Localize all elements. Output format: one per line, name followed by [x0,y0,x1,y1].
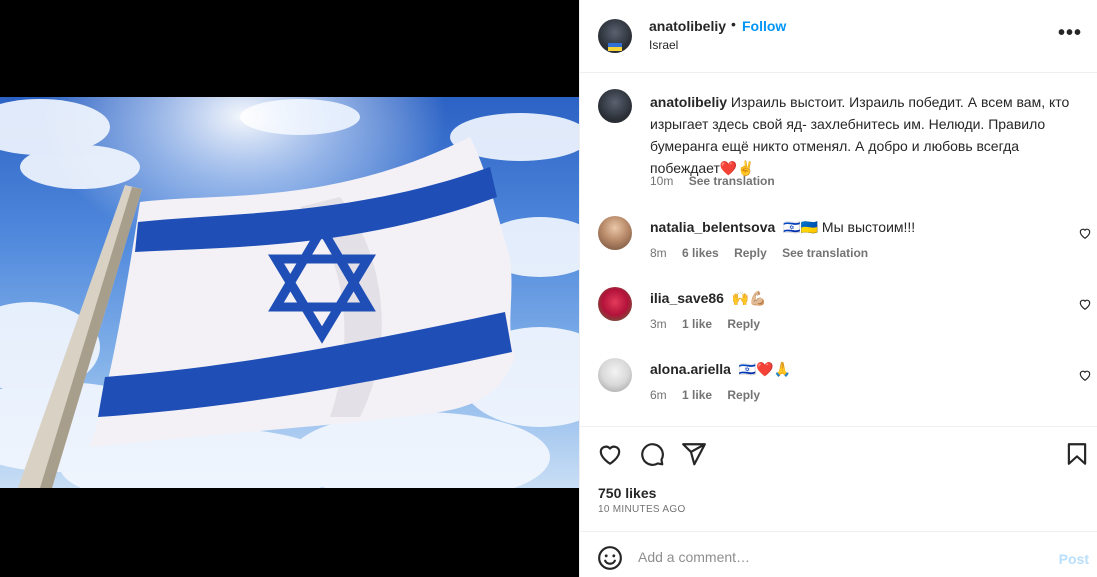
post-media [0,0,579,577]
comment-time[interactable]: 6m [650,388,667,402]
share-paper-plane-icon[interactable] [681,441,707,467]
comment-text: 🙌💪🏼 [731,290,767,306]
add-comment-bar: Post [580,531,1097,577]
comment-username[interactable]: natalia_belentsova [650,219,775,235]
author-username[interactable]: anatolibeliy [649,18,726,34]
comment-item: alona.ariella 🇮🇱❤️🙏 6m 1 like Reply [580,358,1097,418]
comment-see-translation[interactable]: See translation [782,246,868,260]
caption-username[interactable]: anatolibeliy [650,94,727,110]
comment-username[interactable]: ilia_save86 [650,290,724,306]
comment-input[interactable] [638,542,1038,572]
follow-button[interactable]: Follow [742,18,786,34]
comment-meta: 8m 6 likes Reply See translation [650,246,880,260]
comment-reply-button[interactable]: Reply [734,246,767,260]
separator-dot: • [731,16,736,32]
caption-time[interactable]: 10m [650,174,673,188]
commenter-avatar[interactable] [598,216,632,250]
comment-likes[interactable]: 1 like [682,317,712,331]
post-header: anatolibeliy • Follow Israel ••• [580,0,1097,73]
comment-meta: 6m 1 like Reply [650,388,772,402]
comment-reply-button[interactable]: Reply [727,388,760,402]
author-avatar[interactable] [598,19,632,53]
caption-avatar[interactable] [598,89,632,123]
comment-item: ilia_save86 🙌💪🏼 3m 1 like Reply [580,287,1097,347]
comment-like-heart-icon[interactable] [1078,226,1092,240]
comment-bubble-icon[interactable] [639,441,665,467]
posted-time[interactable]: 10 MINUTES AGO [598,504,686,515]
israel-flag-photo [0,97,579,488]
like-heart-icon[interactable] [597,441,623,467]
comment-likes[interactable]: 6 likes [682,246,719,260]
emoji-picker-icon[interactable] [597,545,623,571]
post-caption: anatolibeliy Израиль выстоит. Израиль по… [650,91,1080,179]
post-location[interactable]: Israel [649,38,678,52]
commenter-avatar[interactable] [598,358,632,392]
comment-time[interactable]: 8m [650,246,667,260]
comment-like-heart-icon[interactable] [1078,297,1092,311]
comment-username[interactable]: alona.ariella [650,361,731,377]
comment-item: natalia_belentsova 🇮🇱🇺🇦 Мы выстоим!!! 8m… [580,216,1097,276]
post-comment-button[interactable]: Post [1059,551,1089,567]
commenter-avatar[interactable] [598,287,632,321]
comment-body: alona.ariella 🇮🇱❤️🙏 [650,360,791,378]
comment-meta: 3m 1 like Reply [650,317,772,331]
more-options-icon[interactable]: ••• [1058,23,1082,43]
caption-meta: 10m See translation [650,174,787,188]
comment-reply-button[interactable]: Reply [727,317,760,331]
ukraine-flag-icon [608,43,622,51]
post-side-panel: anatolibeliy • Follow Israel ••• anatoli… [579,0,1097,577]
post-image[interactable] [0,97,579,488]
caption-see-translation[interactable]: See translation [689,174,775,188]
post-action-bar [580,426,1097,481]
comment-body: natalia_belentsova 🇮🇱🇺🇦 Мы выстоим!!! [650,218,915,236]
likes-count[interactable]: 750 likes [598,485,656,501]
comment-text: 🇮🇱❤️🙏 [738,361,792,377]
comment-like-heart-icon[interactable] [1078,368,1092,382]
save-bookmark-icon[interactable] [1064,441,1090,467]
comment-body: ilia_save86 🙌💪🏼 [650,289,767,307]
comment-text: 🇮🇱🇺🇦 Мы выстоим!!! [783,219,916,235]
comment-likes[interactable]: 1 like [682,388,712,402]
comment-time[interactable]: 3m [650,317,667,331]
